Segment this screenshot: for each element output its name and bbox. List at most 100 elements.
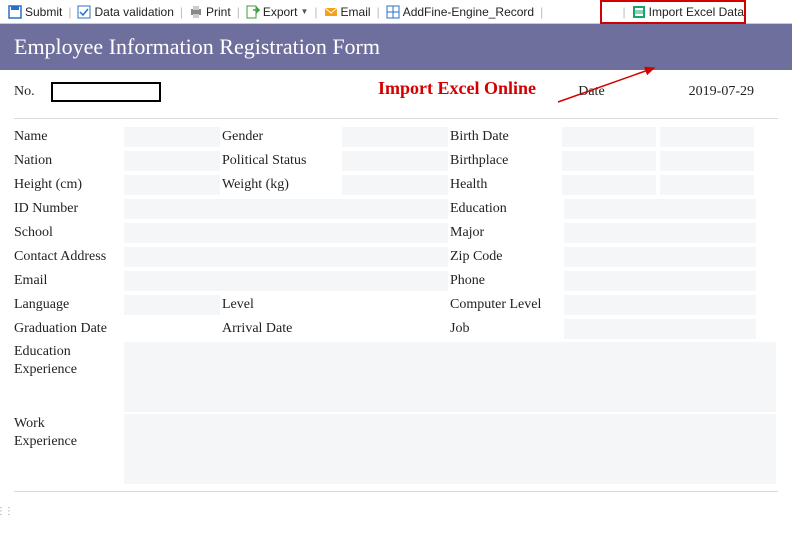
political-status-input[interactable] — [342, 151, 448, 171]
no-input[interactable] — [51, 82, 161, 102]
divider — [14, 491, 778, 492]
birth-date-label: Birth Date — [450, 127, 560, 147]
separator: | — [66, 5, 73, 19]
form-row: Work Experience — [14, 413, 778, 485]
phone-input[interactable] — [564, 271, 756, 291]
phone-label: Phone — [450, 271, 562, 291]
graduation-date-label: Graduation Date — [14, 319, 122, 339]
check-icon — [77, 5, 91, 19]
education-experience-input[interactable] — [124, 342, 776, 412]
education-label: Education — [450, 199, 562, 219]
id-number-input[interactable] — [124, 199, 448, 219]
form-title: Employee Information Registration Form — [0, 24, 792, 70]
separator: | — [178, 5, 185, 19]
email-input[interactable] — [124, 271, 448, 291]
name-label: Name — [14, 127, 122, 147]
separator: | — [538, 5, 545, 19]
birth-date-input[interactable] — [562, 127, 656, 147]
zip-code-input[interactable] — [564, 247, 756, 267]
major-label: Major — [450, 223, 562, 243]
print-button[interactable]: Print — [185, 5, 235, 19]
computer-level-label: Computer Level — [450, 295, 562, 315]
gender-label: Gender — [222, 127, 340, 147]
email-label: Email — [341, 5, 371, 19]
print-label: Print — [206, 5, 231, 19]
drag-handle-icon[interactable]: ⋮⋮ — [0, 506, 12, 517]
zip-code-label: Zip Code — [450, 247, 562, 267]
data-validation-button[interactable]: Data validation — [73, 5, 177, 19]
export-label: Export — [263, 5, 298, 19]
form-row: Education Experience — [14, 341, 778, 413]
work-experience-input[interactable] — [124, 414, 776, 484]
email-icon — [324, 5, 338, 19]
separator: | — [621, 5, 628, 19]
form-row: Graduation Date Arrival Date Job — [14, 317, 778, 341]
grid-icon — [386, 5, 400, 19]
arrival-date-input[interactable] — [342, 319, 448, 339]
form-row: Height (cm) Weight (kg) Health — [14, 173, 778, 197]
job-input[interactable] — [564, 319, 756, 339]
form-row: Name Gender Birth Date — [14, 125, 778, 149]
level-input[interactable] — [272, 295, 448, 315]
print-icon — [189, 5, 203, 19]
level-label: Level — [222, 295, 270, 315]
name-input[interactable] — [124, 127, 220, 147]
graduation-date-input[interactable] — [124, 319, 220, 339]
language-label: Language — [14, 295, 122, 315]
photo-cell[interactable] — [660, 175, 754, 195]
form-row: Nation Political Status Birthplace — [14, 149, 778, 173]
save-icon — [8, 5, 22, 19]
separator: | — [312, 5, 319, 19]
photo-cell[interactable] — [660, 127, 754, 147]
school-input[interactable] — [124, 223, 448, 243]
data-validation-label: Data validation — [94, 5, 173, 19]
email-button[interactable]: Email — [320, 5, 375, 19]
arrival-date-label: Arrival Date — [222, 319, 340, 339]
computer-level-input[interactable] — [564, 295, 756, 315]
add-record-label: AddFine-Engine_Record — [403, 5, 534, 19]
import-label: Import Excel Data — [649, 5, 744, 19]
form-row: Contact Address Zip Code — [14, 245, 778, 269]
toolbar: Submit | Data validation | Print | Expor… — [0, 0, 792, 24]
height-input[interactable] — [124, 175, 220, 195]
dropdown-icon: ▼ — [301, 7, 309, 16]
language-input[interactable] — [124, 295, 220, 315]
nation-label: Nation — [14, 151, 122, 171]
weight-label: Weight (kg) — [222, 175, 340, 195]
id-number-label: ID Number — [14, 199, 122, 219]
birthplace-label: Birthplace — [450, 151, 560, 171]
political-status-label: Political Status — [222, 151, 340, 171]
education-input[interactable] — [564, 199, 756, 219]
form-row: Email Phone — [14, 269, 778, 293]
contact-address-label: Contact Address — [14, 247, 122, 267]
separator: | — [235, 5, 242, 19]
gender-input[interactable] — [342, 127, 448, 147]
import-excel-button[interactable]: Import Excel Data — [628, 5, 748, 19]
health-label: Health — [450, 175, 560, 195]
contact-address-input[interactable] — [124, 247, 448, 267]
date-label: Date — [578, 82, 608, 102]
export-button[interactable]: Export ▼ — [242, 5, 313, 19]
photo-cell[interactable] — [660, 151, 754, 171]
submit-button[interactable]: Submit — [4, 5, 66, 19]
form-row: Language Level Computer Level — [14, 293, 778, 317]
height-label: Height (cm) — [14, 175, 122, 195]
major-input[interactable] — [564, 223, 756, 243]
form-row: ID Number Education — [14, 197, 778, 221]
export-icon — [246, 5, 260, 19]
submit-label: Submit — [25, 5, 62, 19]
annotation-text: Import Excel Online — [378, 78, 536, 99]
date-value: 2019-07-29 — [689, 82, 758, 102]
nation-input[interactable] — [124, 151, 220, 171]
no-label: No. — [14, 82, 39, 102]
school-label: School — [14, 223, 122, 243]
email-label: Email — [14, 271, 122, 291]
form-content: Import Excel Online No. Date 2019-07-29 … — [0, 70, 792, 492]
health-input[interactable] — [562, 175, 656, 195]
weight-input[interactable] — [342, 175, 448, 195]
education-experience-label: Education Experience — [14, 341, 122, 381]
add-record-button[interactable]: AddFine-Engine_Record — [382, 5, 538, 19]
form-row: School Major — [14, 221, 778, 245]
job-label: Job — [450, 319, 562, 339]
birthplace-input[interactable] — [562, 151, 656, 171]
